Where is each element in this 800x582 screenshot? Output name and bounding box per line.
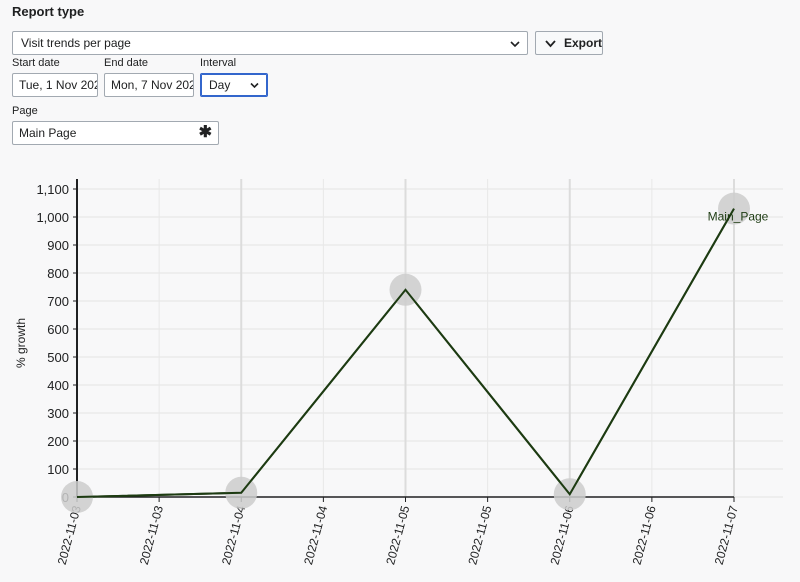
x-tick-label: 2022-11-05 — [383, 504, 412, 566]
y-tick-label: 600 — [47, 322, 69, 337]
asterisk-icon[interactable]: ✱ — [199, 122, 212, 144]
x-tick-label: 2022-11-04 — [301, 504, 330, 566]
export-label: Export — [564, 36, 603, 50]
y-tick-label: 800 — [47, 266, 69, 281]
report-type-heading: Report type — [12, 4, 85, 19]
x-tick-label: 2022-11-07 — [712, 504, 741, 566]
start-date-field[interactable]: Tue, 1 Nov 2022 — [12, 73, 98, 97]
chevron-down-icon — [510, 41, 520, 48]
series-label: Main_Page — [708, 210, 769, 224]
x-tick-label: 2022-11-06 — [547, 504, 576, 566]
x-tick-label: 2022-11-04 — [219, 504, 248, 566]
y-tick-label: 400 — [47, 378, 69, 393]
y-tick-label: 200 — [47, 434, 69, 449]
y-tick-label: 100 — [47, 462, 69, 477]
interval-value: Day — [209, 78, 231, 92]
y-tick-label: 300 — [47, 406, 69, 421]
end-date-field[interactable]: Mon, 7 Nov 2022 — [104, 73, 194, 97]
interval-label: Interval — [200, 57, 237, 69]
chevron-down-icon — [545, 40, 556, 48]
y-tick-label: 700 — [47, 294, 69, 309]
start-date-label: Start date — [12, 57, 60, 69]
x-tick-label: 2022-11-05 — [465, 504, 494, 566]
interval-select[interactable]: Day — [200, 73, 268, 97]
chevron-down-icon — [250, 82, 259, 89]
report-type-value: Visit trends per page — [21, 36, 131, 50]
page-value: Main Page — [19, 126, 77, 140]
y-tick-label: 900 — [47, 238, 69, 253]
y-tick-label: 1,100 — [36, 182, 69, 197]
growth-chart: 01002003004005006007008009001,0001,10020… — [14, 179, 783, 566]
y-tick-label: 500 — [47, 350, 69, 365]
report-type-select[interactable]: Visit trends per page — [12, 31, 528, 55]
x-tick-label: 2022-11-03 — [137, 504, 166, 566]
export-button[interactable]: Export — [535, 31, 603, 55]
page-label: Page — [12, 105, 38, 117]
y-tick-label: 1,000 — [36, 210, 69, 225]
y-axis-title: % growth — [14, 318, 28, 368]
page-field[interactable]: Main Page ✱ — [12, 121, 219, 145]
x-tick-label: 2022-11-03 — [55, 504, 84, 566]
end-date-label: End date — [104, 57, 149, 69]
x-tick-label: 2022-11-06 — [630, 504, 659, 566]
